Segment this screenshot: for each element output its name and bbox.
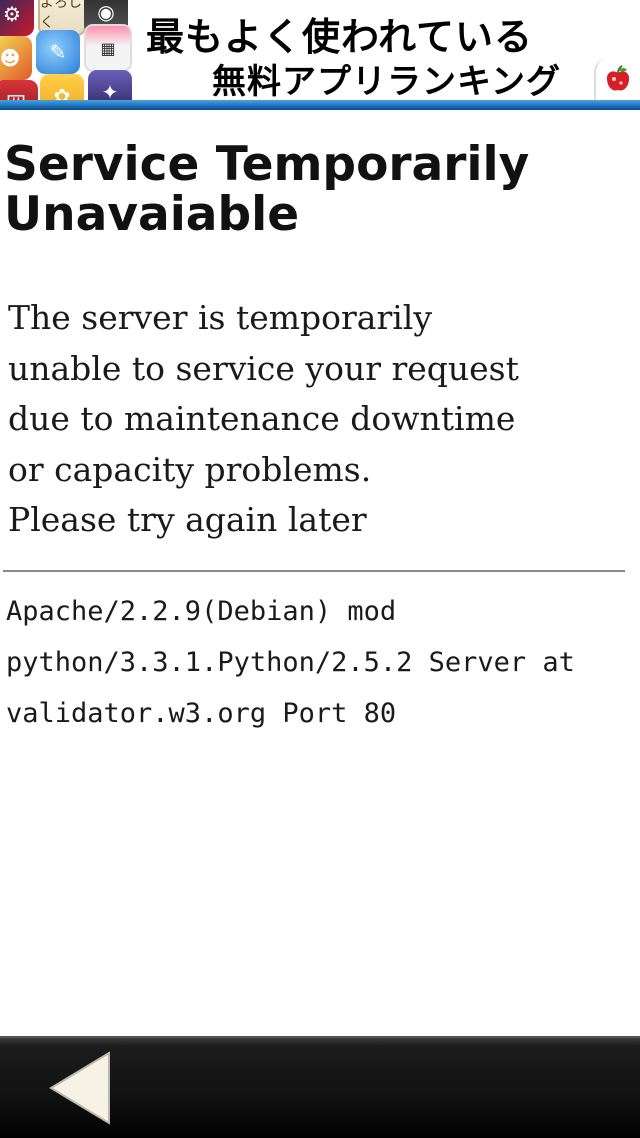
banner-divider-stripe xyxy=(0,100,640,110)
palette-app-icon: ✎ xyxy=(36,30,80,74)
page-title: Service Temporarily Unavaiable xyxy=(4,137,530,242)
server-signature: Apache/2.2.9(Debian) mod python/3.3.1.Py… xyxy=(6,586,636,739)
error-message: The server is temporarily unable to serv… xyxy=(8,293,628,546)
message-line: The server is temporarily xyxy=(8,298,432,337)
horizontal-divider xyxy=(3,570,625,572)
bottom-toolbar xyxy=(0,1036,640,1138)
message-line: Please try again later xyxy=(8,500,367,539)
ad-banner[interactable]: ⚙ よろしく ◉ ☻ ✎ ▦ 囲 ✿ ✦ 最もよく使われている 無料アプリランキ… xyxy=(0,0,640,100)
apple-logo-graphic xyxy=(606,65,630,91)
robot-app-icon: ⚙ xyxy=(0,0,34,36)
server-info-line: python/3.3.1.Python/2.5.2 Server at xyxy=(6,647,575,678)
character-app-icon: ☻ xyxy=(0,36,32,80)
anime-app-icon: ✦ xyxy=(88,70,132,100)
book-app-icon: 囲 xyxy=(0,80,38,100)
message-line: or capacity problems. xyxy=(8,449,372,489)
banner-subline: 無料アプリランキング xyxy=(212,62,561,100)
server-info-line: Apache/2.2.9(Debian) mod xyxy=(6,596,397,627)
server-info-line: validator.w3.org Port 80 xyxy=(6,698,397,729)
app-icon-collage: ⚙ よろしく ◉ ☻ ✎ ▦ 囲 ✿ ✦ xyxy=(0,0,134,100)
back-button[interactable] xyxy=(40,1046,120,1130)
banner-headline: 最もよく使われている xyxy=(146,15,533,59)
apple-logo-icon[interactable] xyxy=(594,58,640,100)
message-line: unable to service your request xyxy=(8,348,519,388)
message-line: due to maintenance downtime xyxy=(8,399,516,438)
back-arrow-icon xyxy=(49,1051,110,1125)
chick-app-icon: ✿ xyxy=(40,74,84,100)
calendar-app-icon: ▦ xyxy=(84,24,132,72)
